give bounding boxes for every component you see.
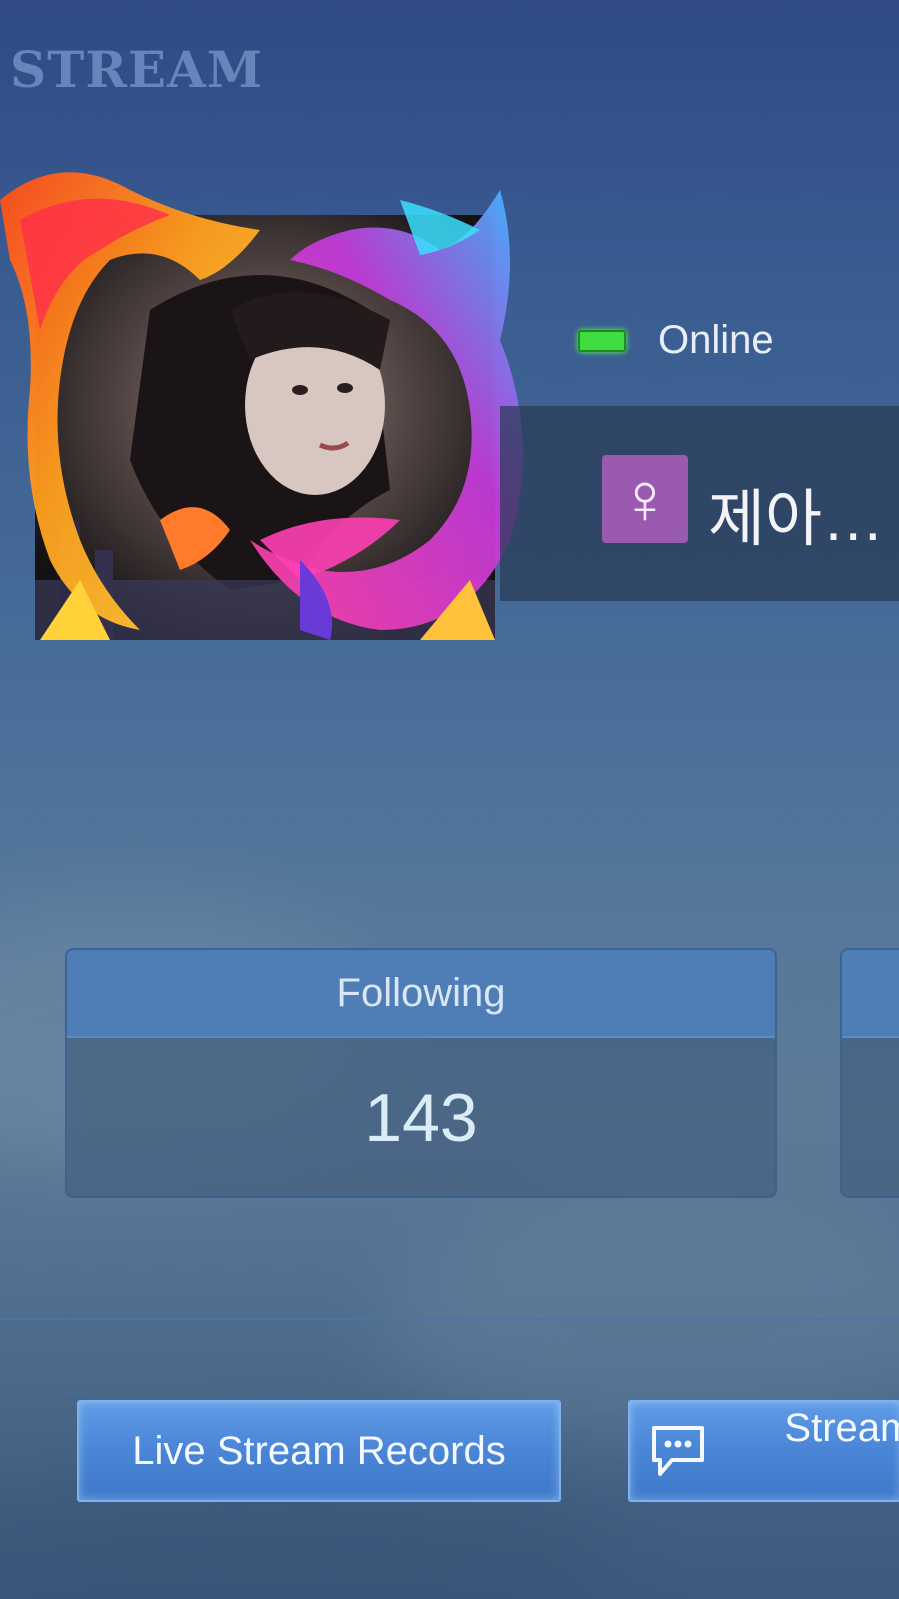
online-indicator-icon xyxy=(578,329,626,352)
online-status: Online xyxy=(578,318,774,363)
live-stream-records-label: Live Stream Records xyxy=(132,1428,506,1473)
followers-card[interactable] xyxy=(840,948,899,1198)
followers-count xyxy=(842,1038,899,1196)
live-stream-records-button[interactable]: Live Stream Records xyxy=(77,1400,561,1502)
female-gender-icon: ♀ xyxy=(602,455,688,543)
following-card[interactable]: Following 143 xyxy=(65,948,777,1198)
following-label: Following xyxy=(67,950,775,1038)
player-name[interactable]: 제아… xyxy=(708,468,884,558)
stream-chat-label: Stream Ch xyxy=(784,1406,899,1450)
followers-label xyxy=(842,950,899,1038)
section-divider xyxy=(0,1318,899,1320)
stream-chat-button[interactable]: Stream Ch xyxy=(628,1400,899,1502)
following-count: 143 xyxy=(364,1080,478,1156)
page-title: STREAM xyxy=(10,40,264,99)
status-label: Online xyxy=(658,318,774,362)
avatar[interactable] xyxy=(0,160,530,650)
chat-bubble-icon xyxy=(652,1426,704,1476)
